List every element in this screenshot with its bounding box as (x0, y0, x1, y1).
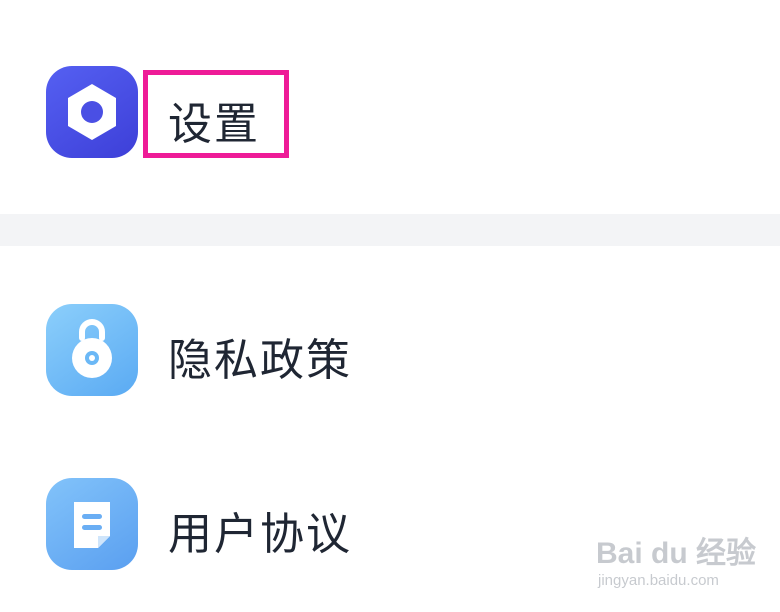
menu-item-settings[interactable]: 设置 (0, 58, 780, 168)
menu-item-label: 隐私政策 (168, 335, 352, 386)
document-icon (46, 478, 138, 570)
privacy-lock-icon (46, 304, 138, 396)
baidu-jingyan-watermark: Bai du 经验 jingyan.baidu.com (592, 528, 772, 602)
menu-item-label: 设置 (168, 99, 260, 150)
settings-menu-page: 设置 隐私政策 用户协议 Bai du 经验 jingyan.baidu.com (0, 0, 780, 612)
section-divider (0, 214, 780, 246)
watermark-logo: Bai du 经验 (596, 537, 757, 570)
settings-icon (46, 66, 138, 158)
menu-item-label: 用户协议 (168, 509, 352, 560)
menu-item-privacy-policy[interactable]: 隐私政策 (0, 296, 780, 406)
watermark-url: jingyan.baidu.com (598, 572, 719, 589)
